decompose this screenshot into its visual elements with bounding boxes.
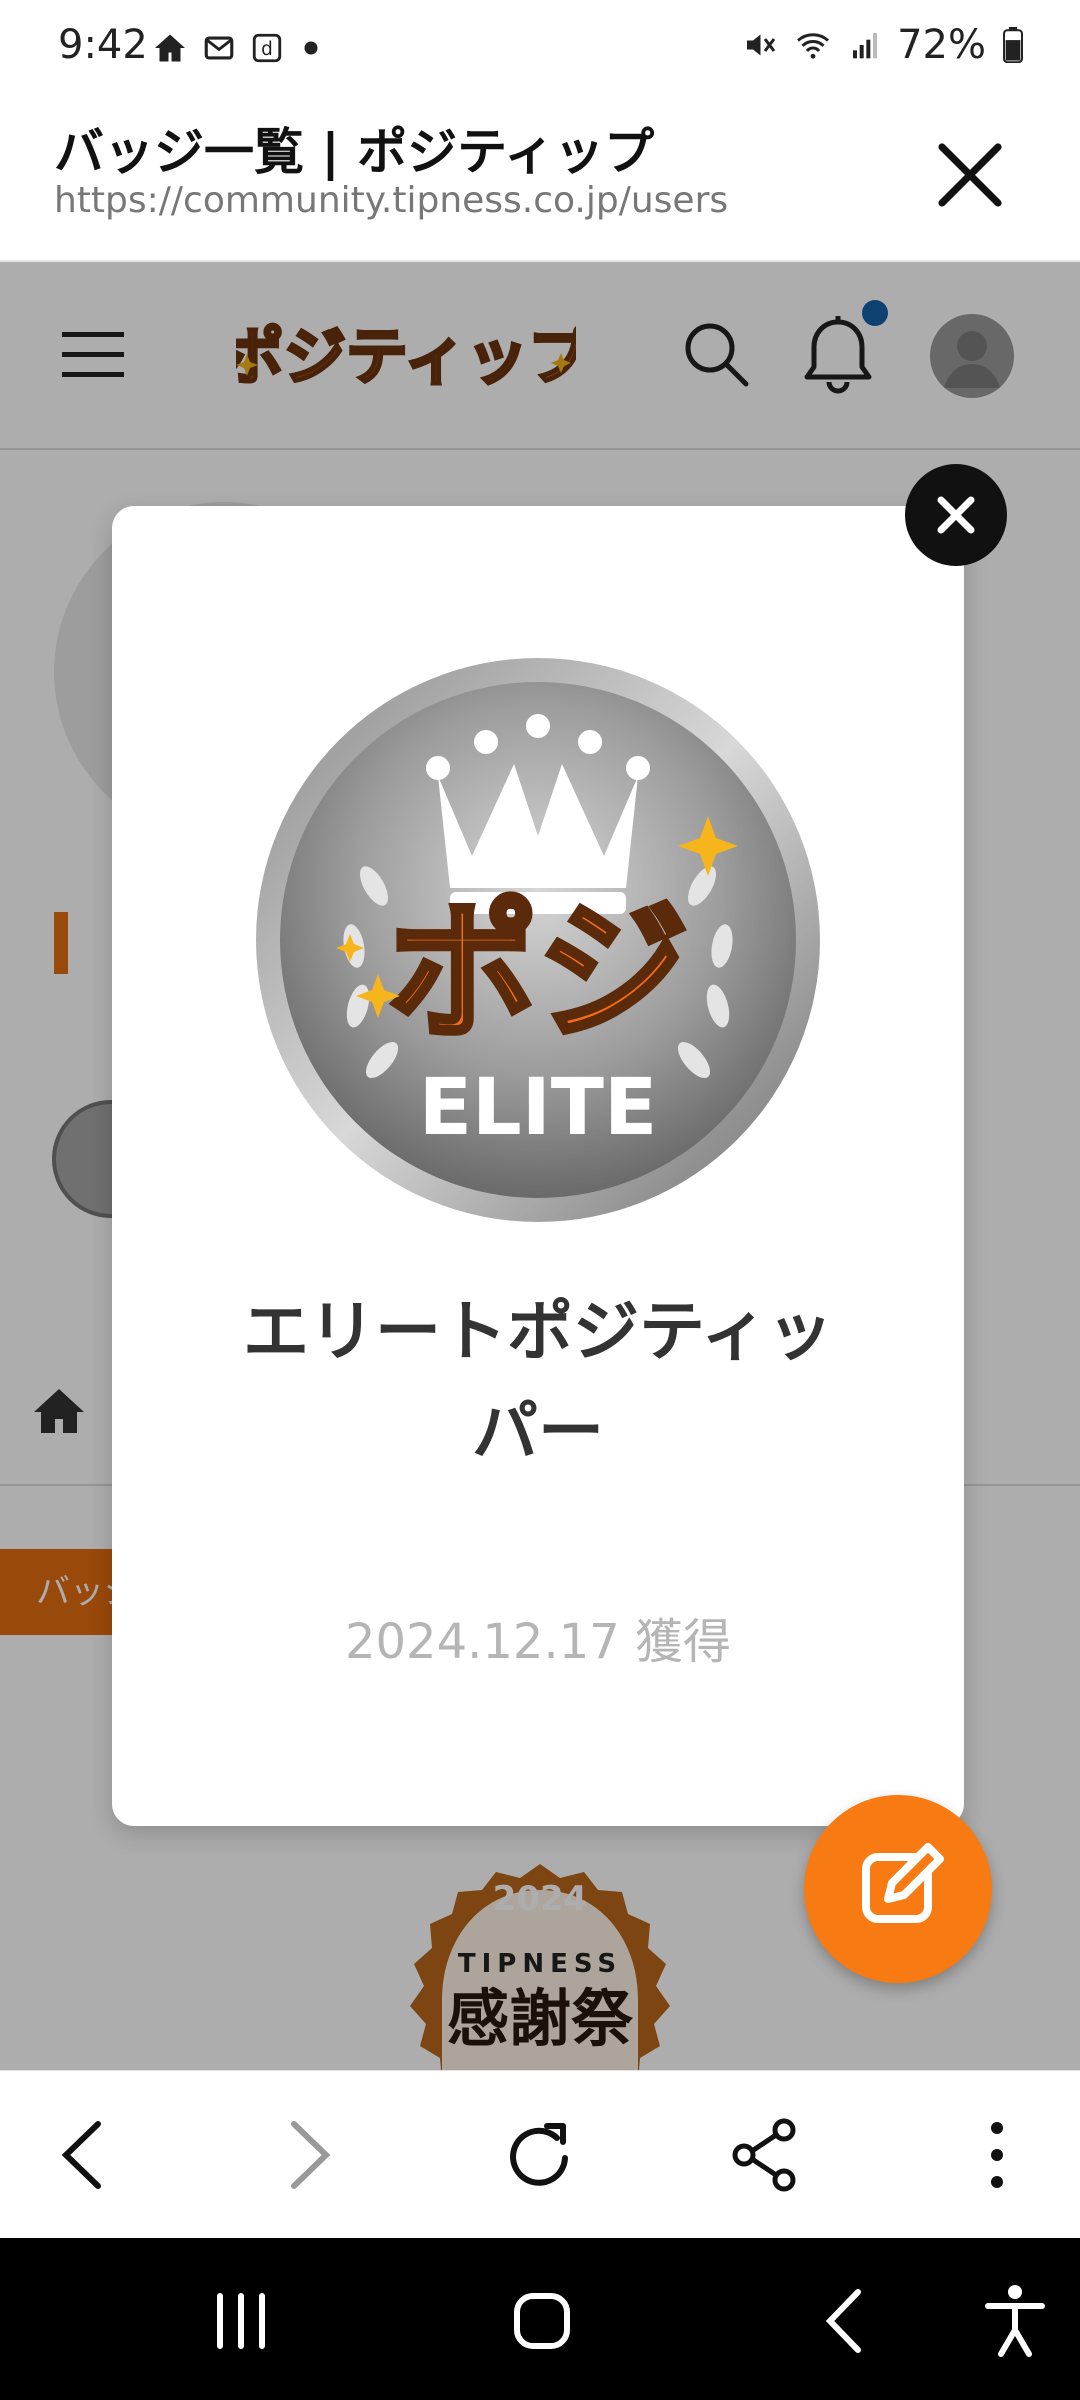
tab-url[interactable]: https://community.tipness.co.jp/users [54,180,728,221]
compose-button[interactable] [804,1795,992,1983]
back-arrow-icon[interactable] [40,2110,130,2200]
close-tab-icon[interactable] [930,135,1010,215]
home-icon [155,34,185,62]
dot-icon [304,41,318,55]
forward-arrow-icon[interactable] [262,2110,352,2200]
accessibility-icon[interactable] [970,2276,1060,2366]
svg-text:ポジ: ポジ [388,886,688,1060]
mute-icon [747,34,776,56]
home-button-icon[interactable] [497,2276,587,2366]
recent-apps-icon[interactable] [196,2276,286,2366]
docomo-d-icon: d [252,33,282,63]
battery-percent: 72% [897,22,986,68]
status-icons-right: 72% [741,22,1024,68]
svg-text:d: d [261,39,273,60]
badge-name: エリートポジティッ パー [176,1282,900,1482]
reload-icon[interactable] [495,2110,585,2200]
svg-text:ELITE: ELITE [419,1063,658,1153]
edit-icon [862,1843,944,1923]
more-options-icon[interactable] [952,2110,1042,2200]
badge-name-line1: エリートポジティッ [242,1293,834,1370]
share-icon[interactable] [720,2110,810,2200]
status-icons-left: d [152,26,324,70]
signal-icon [853,33,878,59]
close-icon [937,496,975,534]
modal-close-button[interactable] [905,464,1007,566]
earned-date: 2024.12.17 獲得 [344,1614,732,1670]
badge-name-line2: パー [472,1393,604,1470]
wifi-icon [797,33,830,59]
mail-icon [204,36,234,60]
tab-title: バッジ一覧 | ポジティップ [54,123,655,181]
elite-badge-image: ポジ ELITE [256,658,820,1222]
battery-icon [1003,27,1023,63]
system-back-icon[interactable] [800,2276,890,2366]
status-time: 9:42 [58,22,148,68]
